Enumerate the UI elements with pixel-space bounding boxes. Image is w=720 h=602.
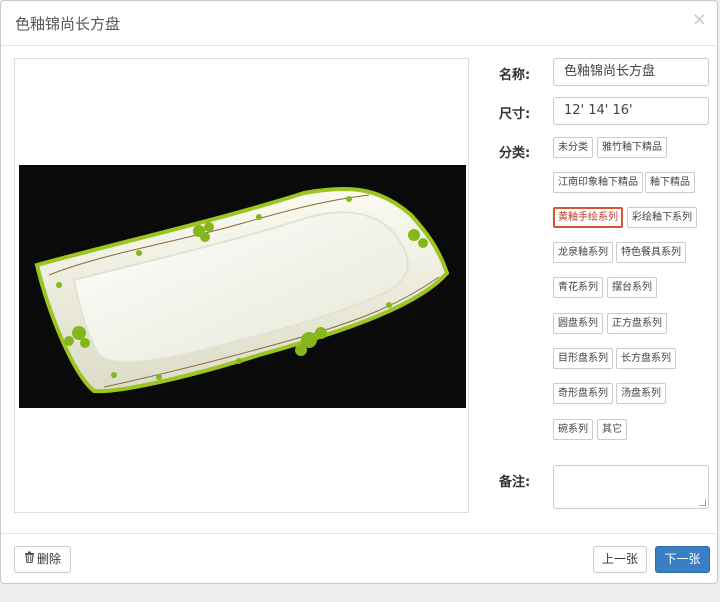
remark-textarea[interactable] (553, 465, 709, 509)
category-tag[interactable]: 碗系列 (553, 419, 593, 440)
trash-icon (24, 547, 35, 572)
name-label: 名称: (499, 68, 531, 83)
category-tag[interactable]: 圆盘系列 (553, 313, 603, 334)
name-field[interactable]: 色釉锦尚长方盘 (553, 58, 709, 86)
category-tag[interactable]: 长方盘系列 (616, 348, 676, 369)
resize-handle-icon[interactable] (699, 499, 706, 506)
delete-label: 删除 (36, 552, 61, 566)
category-tag[interactable]: 其它 (597, 419, 627, 440)
category-tag[interactable]: 彩绘釉下系列 (627, 207, 697, 228)
close-icon[interactable]: × (692, 11, 707, 29)
prev-button[interactable]: 上一张 (593, 546, 647, 573)
category-tag[interactable]: 目形盘系列 (553, 348, 613, 369)
dialog-header: 色釉锦尚长方盘 × (1, 1, 717, 46)
category-tag[interactable]: 摆台系列 (607, 277, 657, 298)
category-tag[interactable]: 龙泉釉系列 (553, 242, 613, 263)
category-tag[interactable]: 釉下精品 (645, 172, 695, 193)
category-tag[interactable]: 未分类 (553, 137, 593, 158)
footer-divider (1, 533, 717, 534)
image-panel (14, 58, 469, 513)
dialog-title: 色釉锦尚长方盘 (15, 15, 121, 33)
image-detail-dialog: 色釉锦尚长方盘 × 名称: 色釉锦尚长方盘 尺寸: 12' 14' 16' 分类… (0, 0, 718, 584)
category-tag[interactable]: 特色餐具系列 (616, 242, 686, 263)
size-field[interactable]: 12' 14' 16' (553, 97, 709, 125)
category-tag[interactable]: 正方盘系列 (607, 313, 667, 334)
category-tag[interactable]: 青花系列 (553, 277, 603, 298)
next-button[interactable]: 下一张 (655, 546, 710, 573)
delete-button[interactable]: 删除 (14, 546, 71, 573)
remark-label: 备注: (499, 475, 531, 490)
category-tag[interactable]: 汤盘系列 (616, 383, 666, 404)
category-tag[interactable]: 江南印象釉下精品 (553, 172, 643, 193)
category-tag[interactable]: 奇形盘系列 (553, 383, 613, 404)
category-tag[interactable]: 雅竹釉下精品 (597, 137, 667, 158)
product-photo (19, 165, 466, 408)
category-tag-selected[interactable]: 黄釉手绘系列 (553, 207, 623, 228)
dish-illustration (34, 187, 450, 394)
size-label: 尺寸: (499, 107, 531, 122)
category-label: 分类: (499, 146, 531, 161)
